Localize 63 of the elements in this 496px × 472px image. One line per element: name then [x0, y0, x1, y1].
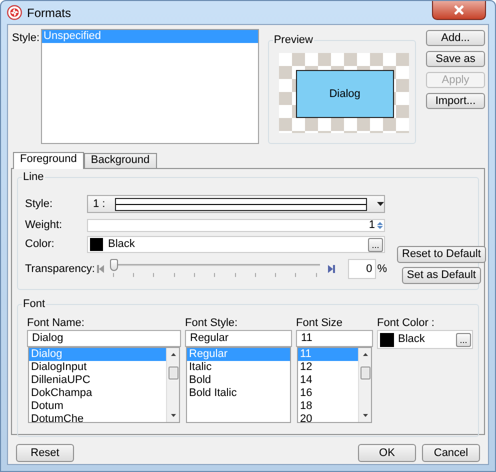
list-item[interactable]: Italic — [187, 361, 290, 374]
browse-button[interactable]: ... — [368, 238, 383, 252]
field-label: Font Size — [296, 317, 344, 330]
list-item[interactable]: DilleniaUPC — [29, 374, 166, 387]
spinner-icon[interactable] — [376, 221, 384, 230]
weight-spinner[interactable]: 1 — [87, 219, 385, 232]
percent-field[interactable]: 0 — [348, 259, 376, 279]
text-field[interactable]: 11 — [296, 330, 373, 347]
tab[interactable]: Foreground — [13, 152, 84, 169]
color-dropdown[interactable]: Black ... — [87, 236, 385, 253]
field-label: Color: — [25, 237, 56, 252]
field-value: 1 — [368, 218, 375, 234]
skip-end-icon[interactable] — [328, 265, 335, 273]
close-button[interactable] — [432, 1, 486, 20]
skip-start-icon[interactable] — [96, 265, 104, 273]
scrollbar[interactable] — [166, 348, 179, 422]
default-button[interactable]: Reset to Default — [397, 246, 486, 263]
caret-icon — [377, 202, 384, 206]
close-icon — [453, 5, 465, 15]
style-label: Style: — [12, 31, 40, 46]
field-label: Font Color : — [377, 317, 436, 330]
list-item[interactable]: 14 — [298, 374, 358, 387]
field-label: Transparency: — [25, 262, 95, 277]
field-label: Weight: — [25, 218, 64, 234]
list-item[interactable]: 20 — [298, 413, 358, 422]
window-title: Formats — [27, 4, 72, 22]
list-item[interactable]: Dotum — [29, 400, 166, 413]
dialog-button[interactable]: OK — [358, 444, 416, 462]
list-item[interactable]: DialogInput — [29, 361, 166, 374]
color-dropdown[interactable]: Black ... — [377, 330, 473, 349]
font-list[interactable]: Regular Italic Bold Bold Italic — [187, 348, 290, 422]
list-item[interactable]: DokChampa — [29, 387, 166, 400]
dialog-button[interactable]: Cancel — [422, 444, 480, 462]
text-field[interactable]: Regular — [185, 330, 292, 347]
default-button[interactable]: Set as Default — [402, 267, 481, 284]
reset-button[interactable]: Reset — [16, 444, 74, 462]
field-value: 1 : — [93, 196, 106, 212]
list-item[interactable]: 12 — [298, 361, 358, 374]
browse-button[interactable]: ... — [456, 332, 471, 346]
dialog-shape: Dialog — [296, 70, 394, 118]
scrollbar[interactable] — [358, 348, 371, 422]
text-field[interactable]: Dialog — [27, 330, 181, 347]
tab[interactable]: Background — [84, 153, 157, 168]
field-value: Black — [398, 332, 426, 348]
field-label: Style: — [25, 196, 54, 212]
unit-label: % — [377, 262, 387, 277]
app-logo-icon — [7, 5, 22, 20]
list-item[interactable]: Bold Italic — [187, 387, 290, 400]
list-item[interactable]: 16 — [298, 387, 358, 400]
list-item[interactable]: 18 — [298, 400, 358, 413]
field-label: Font Name: — [27, 317, 86, 330]
slider-thumb[interactable] — [110, 259, 118, 271]
group-title: Line — [22, 171, 45, 183]
field-value: Black — [108, 237, 136, 252]
list-item[interactable]: DotumChe — [29, 413, 166, 422]
side-button[interactable]: Import... — [426, 93, 485, 109]
line-style-dropdown[interactable]: 1 : — [87, 195, 385, 213]
side-button[interactable]: Save as — [426, 51, 485, 67]
field-label: Font Style: — [185, 317, 239, 330]
list-item[interactable]: Bold — [187, 374, 290, 387]
group-title: Font — [22, 298, 46, 310]
group-title: Preview — [272, 34, 314, 46]
side-button[interactable]: Add... — [426, 30, 485, 46]
